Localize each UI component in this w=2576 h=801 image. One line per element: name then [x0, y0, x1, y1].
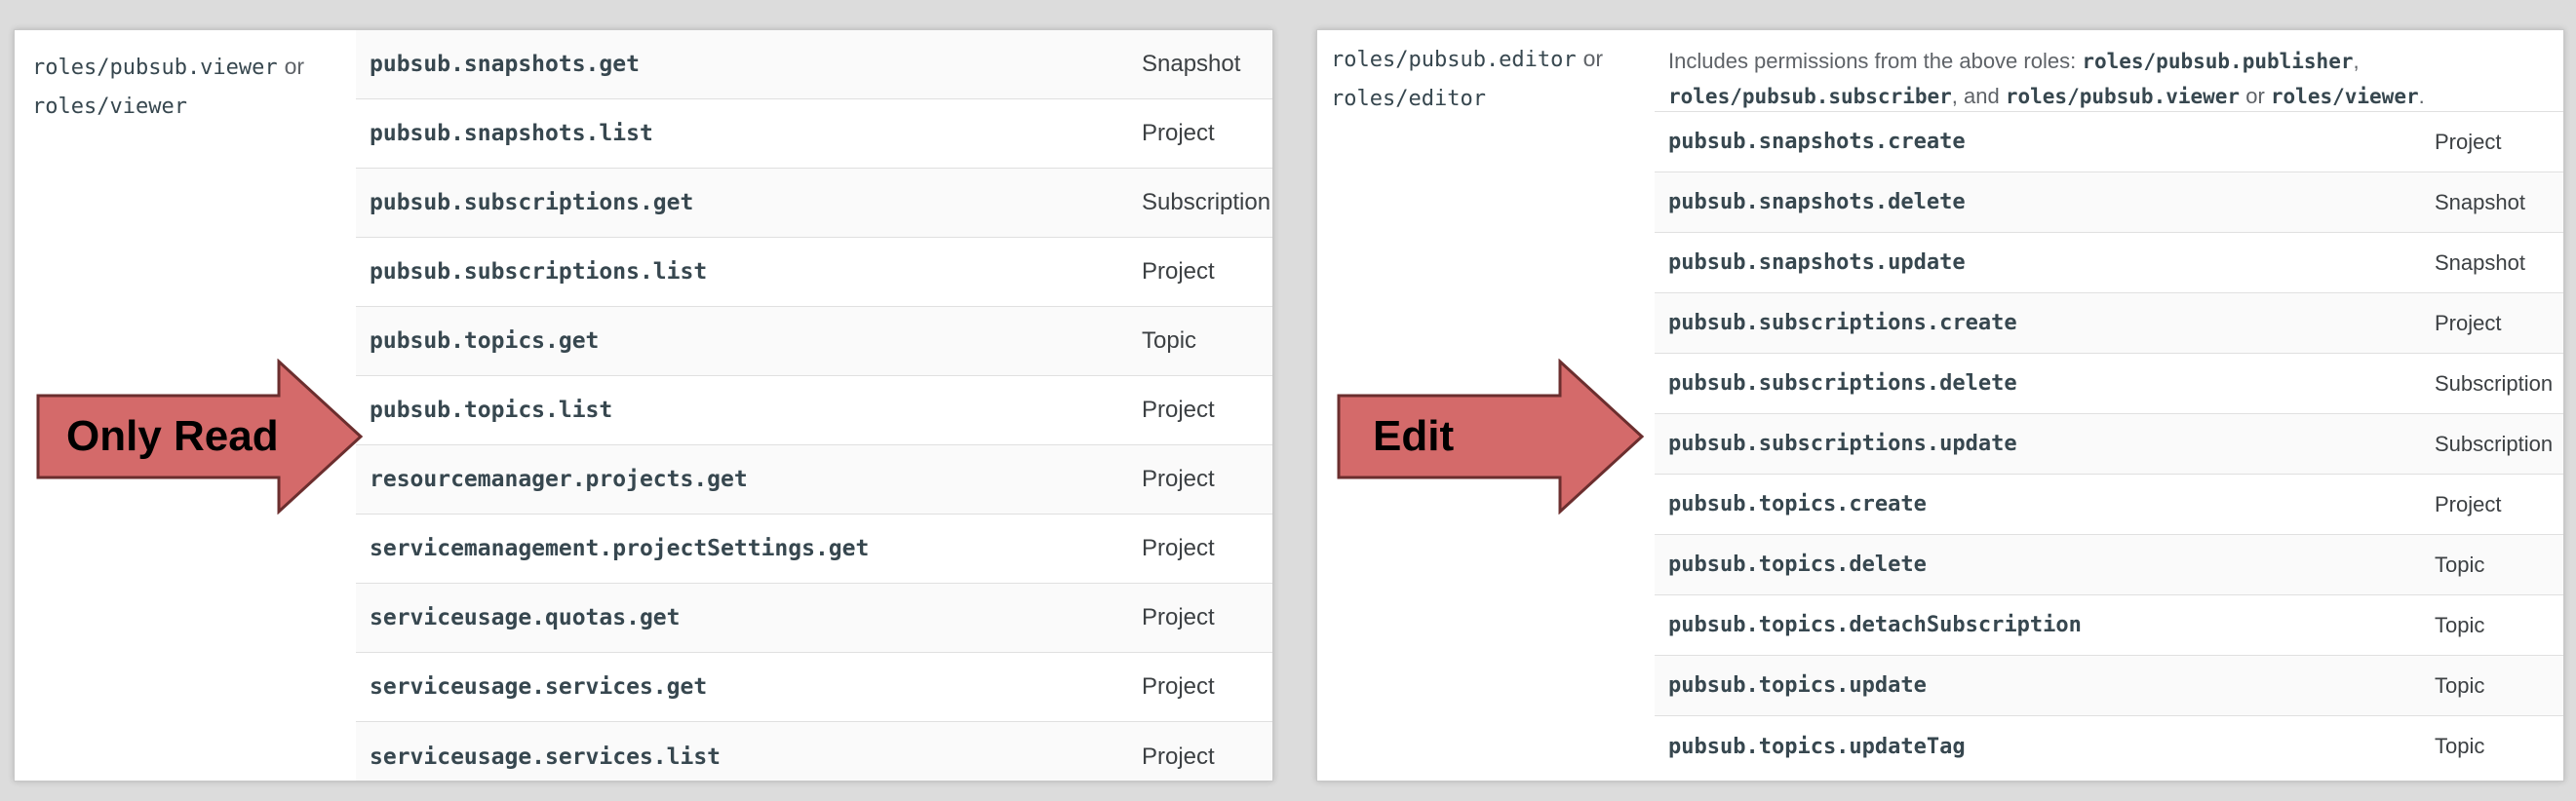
- table-row: servicemanagement.projectSettings.get Pro…: [356, 515, 1272, 584]
- arrow-label: Only Read: [66, 412, 279, 460]
- resource-type: Project: [1142, 604, 1215, 630]
- edit-arrow: Edit: [1336, 359, 1648, 515]
- resource-type: Snapshot: [1142, 51, 1241, 77]
- table-row: pubsub.snapshots.list Project: [356, 99, 1272, 169]
- permission-name: pubsub.subscriptions.get: [370, 190, 694, 215]
- table-row: pubsub.subscriptions.delete Subscription: [1655, 354, 2563, 414]
- permission-name: pubsub.subscriptions.list: [370, 259, 708, 285]
- description-separator: ,: [2353, 49, 2360, 73]
- permission-name: pubsub.subscriptions.create: [1668, 311, 2017, 335]
- resource-type: Project: [1142, 466, 1215, 492]
- role-name: roles/pubsub.editor: [1331, 48, 1577, 72]
- table-row: pubsub.topics.create Project: [1655, 475, 2563, 535]
- resource-type: Project: [2435, 129, 2502, 154]
- permission-name: pubsub.topics.get: [370, 328, 600, 354]
- included-role: roles/pubsub.publisher: [2082, 50, 2354, 73]
- table-row: pubsub.subscriptions.list Project: [356, 238, 1272, 307]
- description-prefix: Includes permissions from the above role…: [1668, 49, 2077, 73]
- resource-type: Topic: [2435, 552, 2485, 577]
- included-role: roles/pubsub.viewer: [2005, 85, 2241, 108]
- permission-name: pubsub.topics.detachSubscription: [1668, 613, 2082, 637]
- resource-type: Project: [1142, 673, 1215, 700]
- role-description: Includes permissions from the above role…: [1655, 30, 2563, 112]
- role-or: or: [284, 54, 305, 79]
- description-or: or: [2245, 84, 2265, 108]
- resource-type: Topic: [1142, 327, 1197, 354]
- table-row: pubsub.topics.update Topic: [1655, 656, 2563, 716]
- permission-name: pubsub.snapshots.get: [370, 52, 640, 77]
- table-row: pubsub.topics.list Project: [356, 376, 1272, 445]
- description-end: .: [2418, 84, 2425, 108]
- table-row: pubsub.topics.delete Topic: [1655, 535, 2563, 595]
- table-row: pubsub.snapshots.delete Snapshot: [1655, 172, 2563, 233]
- permission-name: pubsub.topics.updateTag: [1668, 734, 1966, 759]
- permission-name: pubsub.snapshots.delete: [1668, 190, 1966, 214]
- resource-type: Snapshot: [2435, 249, 2525, 275]
- permission-name: pubsub.topics.create: [1668, 492, 1927, 516]
- permission-name: pubsub.snapshots.create: [1668, 130, 1966, 154]
- permission-name: resourcemanager.projects.get: [370, 467, 748, 492]
- resource-type: Project: [1142, 397, 1215, 423]
- arrow-label: Edit: [1373, 412, 1455, 460]
- table-row: pubsub.subscriptions.get Subscription: [356, 169, 1272, 238]
- table-row: serviceusage.services.get Project: [356, 653, 1272, 722]
- resource-type: Topic: [2435, 672, 2485, 698]
- description-separator: , and: [1951, 84, 2000, 108]
- resource-type: Project: [2435, 491, 2502, 516]
- permission-name: pubsub.snapshots.list: [370, 121, 653, 146]
- resource-type: Subscription: [2435, 370, 2554, 396]
- resource-type: Project: [1142, 535, 1215, 561]
- role-name: roles/pubsub.viewer: [32, 56, 278, 80]
- table-row: pubsub.snapshots.create Project: [1655, 112, 2563, 172]
- included-role: roles/pubsub.subscriber: [1668, 85, 1952, 108]
- role-or: or: [1582, 46, 1604, 71]
- permission-table: Includes permissions from the above role…: [1655, 30, 2563, 777]
- permission-rows: pubsub.snapshots.create Project pubsub.sn…: [1655, 112, 2563, 777]
- role-alt: roles/viewer: [32, 95, 187, 119]
- permission-name: pubsub.topics.list: [370, 398, 613, 423]
- permission-name: serviceusage.quotas.get: [370, 605, 681, 630]
- resource-type: Subscription: [2435, 431, 2554, 456]
- table-row: pubsub.snapshots.get Snapshot: [356, 30, 1272, 99]
- table-row: serviceusage.services.list Project: [356, 722, 1272, 781]
- resource-type: Snapshot: [2435, 189, 2525, 214]
- table-row: pubsub.snapshots.update Snapshot: [1655, 233, 2563, 293]
- table-row: pubsub.subscriptions.update Subscription: [1655, 414, 2563, 475]
- resource-type: Project: [1142, 120, 1215, 146]
- permission-name: pubsub.subscriptions.delete: [1668, 371, 2017, 396]
- permission-name: pubsub.topics.delete: [1668, 553, 1927, 577]
- table-row: pubsub.topics.detachSubscription Topic: [1655, 595, 2563, 656]
- table-row: resourcemanager.projects.get Project: [356, 445, 1272, 515]
- resource-type: Project: [1142, 258, 1215, 285]
- resource-type: Subscription: [1142, 189, 1271, 215]
- resource-type: Topic: [2435, 734, 2485, 758]
- permission-name: servicemanagement.projectSettings.get: [370, 536, 870, 561]
- permission-name: pubsub.subscriptions.update: [1668, 432, 2017, 456]
- resource-type: Project: [2435, 310, 2502, 335]
- table-row: pubsub.subscriptions.create Project: [1655, 293, 2563, 354]
- permission-name: pubsub.topics.update: [1668, 673, 1927, 698]
- permission-name: pubsub.snapshots.update: [1668, 250, 1966, 275]
- role-cell: roles/pubsub.editor or roles/editor: [1331, 40, 1603, 118]
- resource-type: Project: [1142, 743, 1215, 770]
- included-role: roles/viewer: [2270, 85, 2419, 108]
- role-cell: roles/pubsub.viewer or roles/viewer: [32, 48, 304, 126]
- only-read-arrow: Only Read: [35, 359, 367, 515]
- permission-name: serviceusage.services.list: [370, 744, 722, 770]
- table-row: pubsub.topics.get Topic: [356, 307, 1272, 376]
- permission-table: pubsub.snapshots.get Snapshot pubsub.snap…: [356, 30, 1272, 781]
- table-row: serviceusage.quotas.get Project: [356, 584, 1272, 653]
- permission-name: serviceusage.services.get: [370, 674, 708, 700]
- resource-type: Topic: [2435, 612, 2485, 637]
- table-row: pubsub.topics.updateTag Topic: [1655, 716, 2563, 777]
- role-alt: roles/editor: [1331, 87, 1486, 111]
